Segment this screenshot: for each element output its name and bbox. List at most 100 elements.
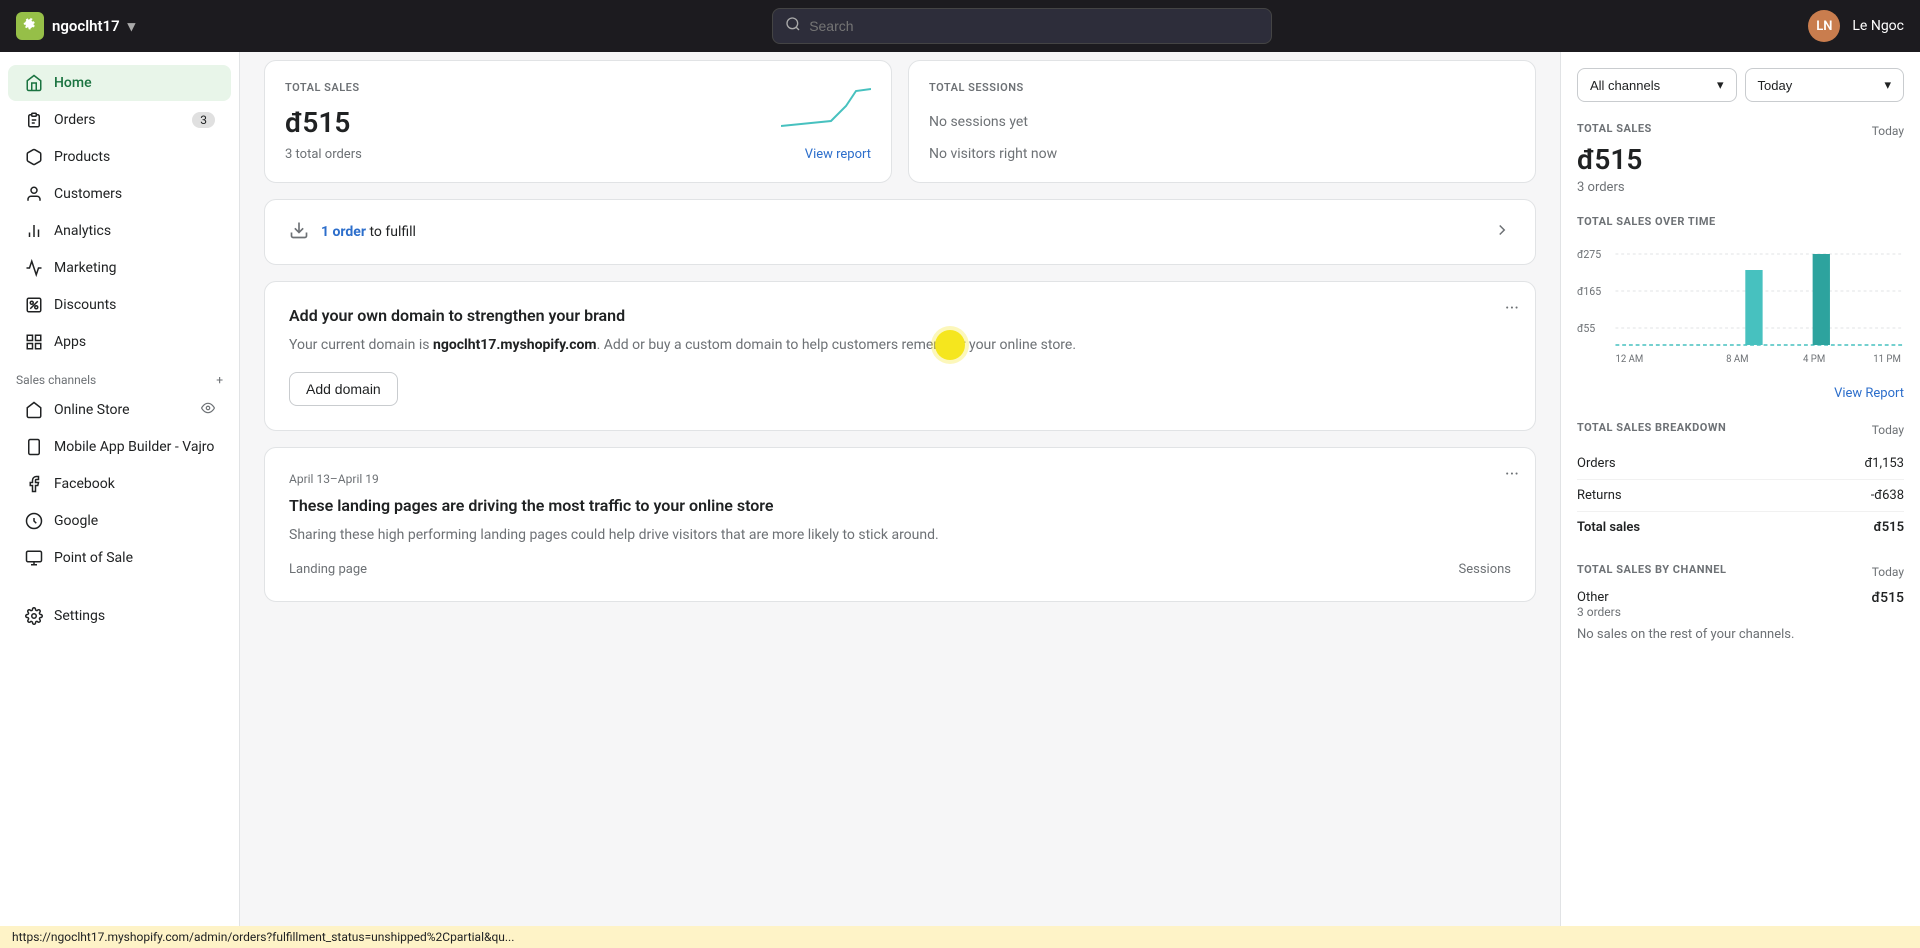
all-channels-label: All channels [1590,78,1660,93]
blog-date: April 13–April 19 [289,472,1511,486]
blog-card-menu-button[interactable]: ··· [1505,464,1519,485]
sidebar-item-discounts[interactable]: Discounts [8,287,231,323]
sidebar-item-label-apps: Apps [54,334,86,350]
sidebar-item-mobile-app-builder[interactable]: Mobile App Builder - Vajro [8,429,231,465]
sidebar-item-apps[interactable]: Apps [8,324,231,360]
sidebar-item-label-discounts: Discounts [54,297,116,313]
store-dropdown-icon[interactable]: ▾ [128,17,136,35]
panel-total-sales-value: đ515 [1577,143,1904,176]
svg-text:12 AM: 12 AM [1615,354,1643,365]
panel-total-sales-title: TOTAL SALES [1577,122,1652,135]
cards-row: TOTAL SALES đ515 3 total orders View rep… [264,60,1536,183]
panel-breakdown-title: TOTAL SALES BREAKDOWN [1577,421,1726,434]
all-channels-button[interactable]: All channels ▾ [1577,68,1737,102]
mini-chart [781,81,871,135]
orders-badge: 3 [192,112,215,128]
total-sales-footer: 3 total orders View report [285,147,871,162]
total-sales-card: TOTAL SALES đ515 3 total orders View rep… [264,60,892,183]
no-visitors-text: No visitors right now [929,146,1515,162]
channel-name: Other [1577,590,1621,605]
domain-desc-post: . Add or buy a custom domain to help cus… [597,337,1076,353]
marketing-icon [24,258,44,278]
svg-text:4 PM: 4 PM [1803,354,1825,365]
breakdown-orders-label: Orders [1577,456,1616,471]
fulfill-card[interactable]: 1 order to fulfill [264,199,1536,265]
sidebar: Home Orders 3 Products Customers Analyti… [0,52,240,948]
add-sales-channel-button[interactable]: + [216,373,223,387]
domain-name: ngoclht17.myshopify.com [433,337,597,353]
sidebar-item-marketing[interactable]: Marketing [8,250,231,286]
view-report-panel-link[interactable]: View Report [1577,386,1904,401]
panel-total-sales-today: Today [1872,124,1904,138]
panel-channel-title: TOTAL SALES BY CHANNEL [1577,563,1726,576]
sidebar-item-label-settings: Settings [54,608,105,624]
breakdown-returns-value: -đ638 [1871,488,1904,503]
store-name[interactable]: ngoclht17 [52,17,120,35]
statusbar: https://ngoclht17.myshopify.com/admin/or… [0,926,1920,948]
panel-breakdown-today: Today [1872,423,1904,437]
sidebar-item-settings[interactable]: Settings [8,598,231,634]
online-store-eye-icon [201,401,215,419]
panel-by-channel-section: TOTAL SALES BY CHANNEL Today Other 3 ord… [1577,563,1904,642]
total-sessions-card: TOTAL SESSIONS No sessions yet No visito… [908,60,1536,183]
pos-icon [24,548,44,568]
add-domain-button[interactable]: Add domain [289,372,398,406]
sales-channels-section: Sales channels + [0,361,239,391]
customers-icon [24,184,44,204]
sidebar-item-customers[interactable]: Customers [8,176,231,212]
breakdown-row-orders: Orders đ1,153 [1577,448,1904,480]
no-sales-text: No sales on the rest of your channels. [1577,627,1904,642]
svg-text:đ275: đ275 [1577,248,1601,261]
orders-icon [24,110,44,130]
sidebar-item-facebook[interactable]: Facebook [8,466,231,502]
user-name: Le Ngoc [1852,18,1904,34]
panel-chart-section: TOTAL SALES OVER TIME đ275 đ165 đ55 12 A… [1577,215,1904,401]
topbar-logo: ngoclht17 ▾ [16,12,236,40]
topbar: ngoclht17 ▾ LN Le Ngoc [0,0,1920,52]
sidebar-item-label-online-store: Online Store [54,402,130,418]
sidebar-item-online-store[interactable]: Online Store [8,392,231,428]
sidebar-item-pos[interactable]: Point of Sale [8,540,231,576]
svg-text:đ55: đ55 [1577,322,1595,335]
panel-total-sales-orders: 3 orders [1577,180,1904,195]
fulfill-suffix: to fulfill [366,224,416,240]
breakdown-row-returns: Returns -đ638 [1577,480,1904,512]
domain-card-menu-button[interactable]: ··· [1505,298,1519,319]
sidebar-item-analytics[interactable]: Analytics [8,213,231,249]
domain-card-title: Add your own domain to strengthen your b… [289,306,1511,325]
breakdown-returns-label: Returns [1577,488,1622,503]
sidebar-item-orders[interactable]: Orders 3 [8,102,231,138]
main-content: Here's what's happening with your store … [240,0,1560,626]
channel-value: đ515 [1872,590,1904,606]
view-report-link[interactable]: View report [805,147,871,162]
sidebar-item-google[interactable]: Google [8,503,231,539]
all-channels-dropdown-icon: ▾ [1717,77,1724,93]
mobile-icon [24,437,44,457]
settings-wrapper: Settings [0,577,239,634]
discounts-icon [24,295,44,315]
search-input[interactable] [809,18,1259,34]
panel-breakdown-header: TOTAL SALES BREAKDOWN Today [1577,421,1904,438]
total-sales-sub: 3 total orders [285,147,362,162]
channel-orders: 3 orders [1577,605,1621,619]
shopify-icon [16,12,44,40]
google-icon [24,511,44,531]
sidebar-item-label-orders: Orders [54,112,96,128]
topbar-search [236,8,1808,44]
panel-filter-row: All channels ▾ Today ▾ [1577,68,1904,102]
domain-card: ··· Add your own domain to strengthen yo… [264,281,1536,431]
sidebar-item-label-customers: Customers [54,186,122,202]
breakdown-row-total: Total sales đ515 [1577,512,1904,543]
sales-channels-label: Sales channels [16,373,96,387]
channel-info: Other 3 orders [1577,590,1621,619]
settings-icon [24,606,44,626]
fulfill-text: 1 order to fulfill [321,224,1493,240]
sidebar-item-home[interactable]: Home [8,65,231,101]
topbar-right: LN Le Ngoc [1808,10,1904,42]
sidebar-item-products[interactable]: Products [8,139,231,175]
products-icon [24,147,44,167]
facebook-icon [24,474,44,494]
online-store-icon [24,400,44,420]
today-filter-button[interactable]: Today ▾ [1745,68,1905,102]
right-panel: All channels ▾ Today ▾ TOTAL SALES Today… [1560,52,1920,948]
